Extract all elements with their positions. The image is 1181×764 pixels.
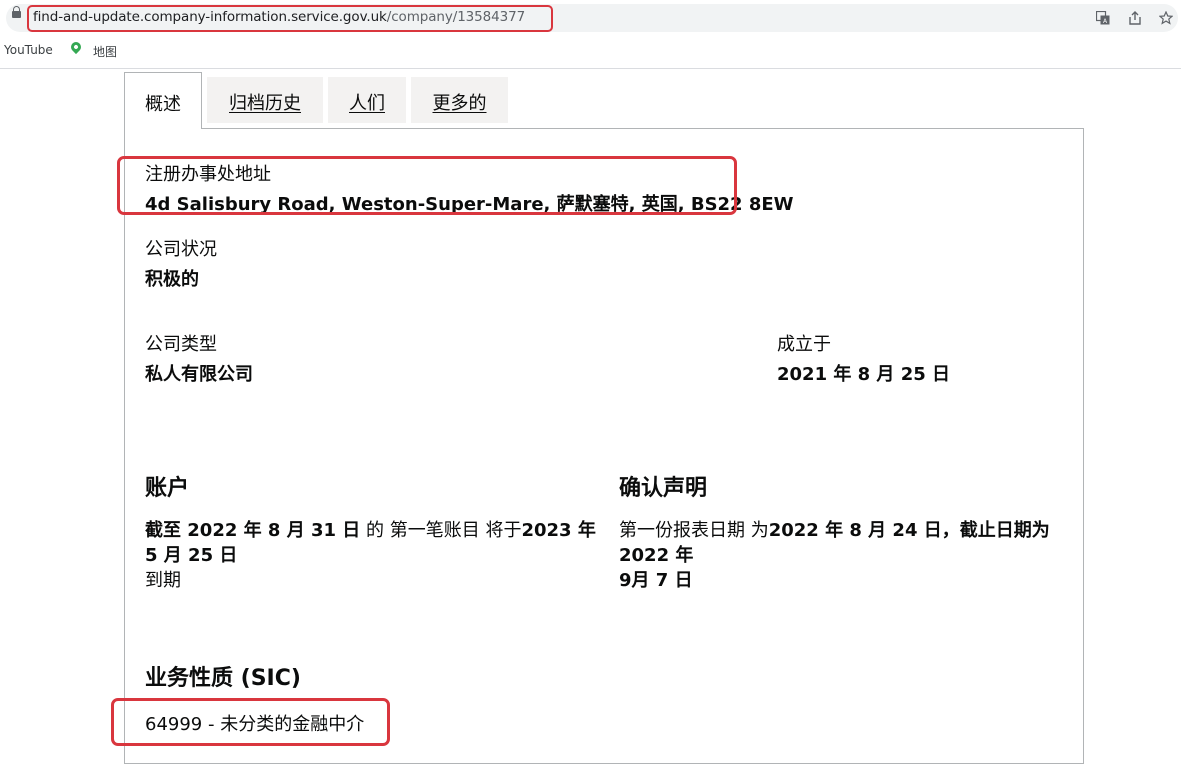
overview-panel bbox=[124, 128, 1084, 764]
browser-toolbar: find-and-update.company-information.serv… bbox=[0, 0, 1181, 36]
bookmarks-bar: YouTube 地图 bbox=[0, 36, 1181, 69]
tab-overview[interactable]: 概述 bbox=[124, 72, 202, 129]
tab-people[interactable]: 人们 bbox=[328, 77, 406, 123]
translate-icon[interactable]: A bbox=[1095, 10, 1110, 25]
star-icon[interactable] bbox=[1158, 10, 1174, 25]
tab-filing-history[interactable]: 归档历史 bbox=[207, 77, 323, 123]
url-highlight-box bbox=[27, 5, 553, 32]
bookmark-maps[interactable]: 地图 bbox=[93, 43, 117, 60]
bookmark-youtube[interactable]: YouTube bbox=[4, 43, 53, 57]
tab-more[interactable]: 更多的 bbox=[411, 77, 508, 123]
share-icon[interactable] bbox=[1128, 11, 1142, 25]
lock-icon[interactable] bbox=[12, 6, 21, 18]
